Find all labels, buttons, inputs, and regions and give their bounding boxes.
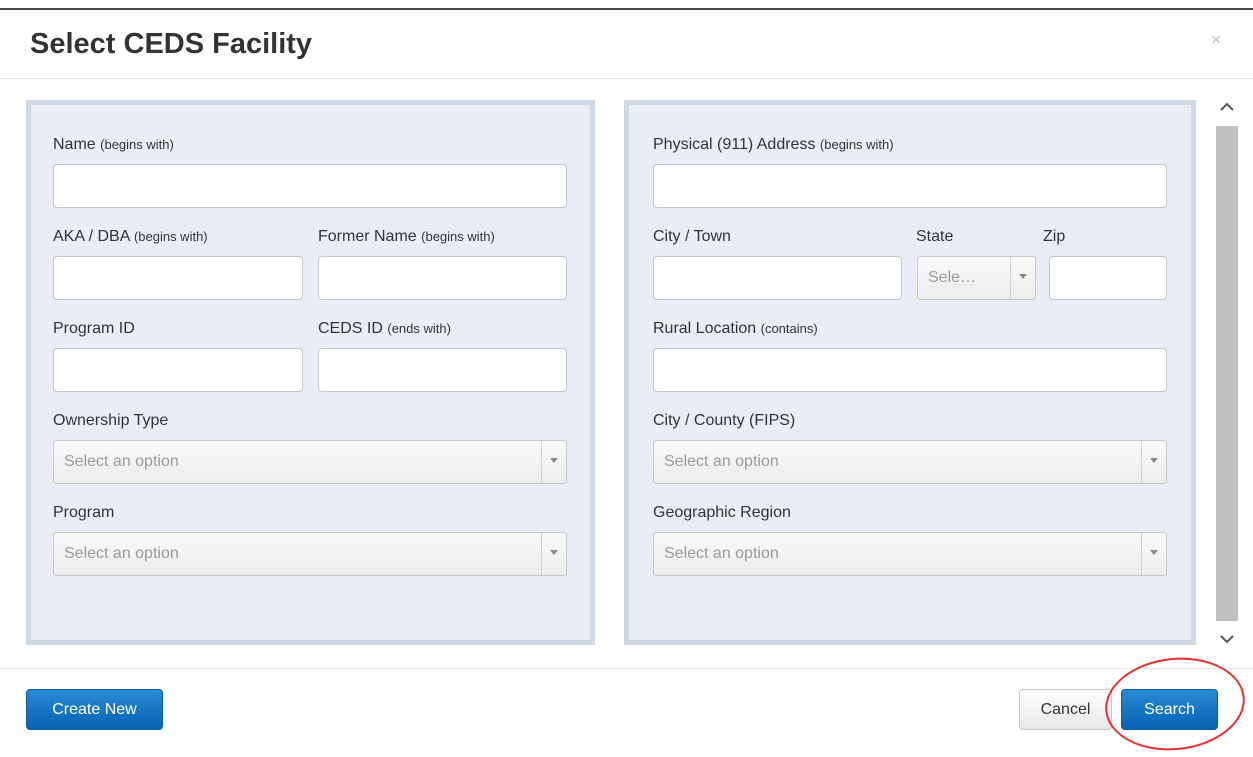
scroll-up-icon[interactable] bbox=[1216, 97, 1238, 117]
rural-location-input[interactable] bbox=[653, 348, 1167, 392]
geographic-region-dropdown-toggle[interactable] bbox=[1141, 533, 1166, 575]
program-id-label: Program ID bbox=[53, 320, 135, 337]
dialog-header: Select CEDS Facility × bbox=[0, 10, 1253, 79]
scrollbar-thumb[interactable] bbox=[1216, 126, 1238, 621]
city-town-input[interactable] bbox=[653, 256, 902, 300]
aka-dba-label-text: AKA / DBA bbox=[53, 228, 130, 245]
address-label-text: Physical (911) Address bbox=[653, 136, 816, 153]
close-icon[interactable]: × bbox=[1211, 30, 1221, 50]
dialog-title: Select CEDS Facility bbox=[30, 28, 313, 60]
aka-dba-input[interactable] bbox=[53, 256, 303, 300]
program-label: Program bbox=[53, 504, 115, 521]
rural-location-label-text: Rural Location bbox=[653, 320, 757, 337]
chevron-down-icon bbox=[1150, 458, 1158, 463]
name-hint: (begins with) bbox=[100, 137, 174, 152]
geographic-region-select[interactable]: Select an option bbox=[653, 532, 1167, 576]
program-id-input[interactable] bbox=[53, 348, 303, 392]
scroll-down-icon[interactable] bbox=[1216, 629, 1238, 649]
scrollbar-track[interactable] bbox=[1216, 126, 1238, 621]
ownership-type-label: Ownership Type bbox=[53, 412, 169, 429]
vertical-scrollbar[interactable] bbox=[1216, 79, 1238, 668]
chevron-down-icon bbox=[550, 458, 558, 463]
fips-select[interactable]: Select an option bbox=[653, 440, 1167, 484]
rural-location-hint: (contains) bbox=[760, 321, 818, 336]
chevron-down-icon bbox=[550, 550, 558, 555]
name-label: Name (begins with) bbox=[53, 136, 174, 154]
chevron-down-icon bbox=[1150, 550, 1158, 555]
program-dropdown-toggle[interactable] bbox=[541, 533, 566, 575]
former-name-input[interactable] bbox=[318, 256, 567, 300]
search-button[interactable]: Search bbox=[1121, 689, 1218, 730]
dialog-footer: Create New Cancel Search bbox=[0, 668, 1253, 752]
ceds-id-hint: (ends with) bbox=[387, 321, 451, 336]
aka-dba-hint: (begins with) bbox=[133, 229, 208, 244]
state-select[interactable]: Sele… bbox=[917, 256, 1036, 300]
state-label: State bbox=[916, 228, 954, 245]
city-town-label: City / Town bbox=[653, 228, 731, 245]
location-criteria-panel: Physical (911) Address (begins with) Cit… bbox=[624, 100, 1196, 645]
ceds-id-label: CEDS ID (ends with) bbox=[318, 320, 451, 338]
program-placeholder: Select an option bbox=[64, 545, 179, 562]
address-hint: (begins with) bbox=[819, 137, 894, 152]
dialog-body: Name (begins with) AKA / DBA (begins wit… bbox=[0, 79, 1253, 668]
facility-criteria-panel: Name (begins with) AKA / DBA (begins wit… bbox=[26, 100, 595, 645]
cancel-button[interactable]: Cancel bbox=[1019, 689, 1112, 730]
former-name-hint: (begins with) bbox=[421, 229, 495, 244]
fips-placeholder: Select an option bbox=[664, 453, 779, 470]
former-name-label-text: Former Name bbox=[318, 228, 417, 245]
ceds-id-label-text: CEDS ID bbox=[318, 320, 383, 337]
name-input[interactable] bbox=[53, 164, 567, 208]
address-label: Physical (911) Address (begins with) bbox=[653, 136, 894, 154]
state-placeholder: Sele… bbox=[928, 269, 977, 286]
state-dropdown-toggle[interactable] bbox=[1010, 257, 1035, 299]
chevron-down-icon bbox=[1019, 274, 1027, 279]
former-name-label: Former Name (begins with) bbox=[318, 228, 495, 246]
aka-dba-label: AKA / DBA (begins with) bbox=[53, 228, 208, 246]
rural-location-label: Rural Location (contains) bbox=[653, 320, 818, 338]
physical-address-input[interactable] bbox=[653, 164, 1167, 208]
name-label-text: Name bbox=[53, 136, 96, 153]
fips-dropdown-toggle[interactable] bbox=[1141, 441, 1166, 483]
ceds-id-input[interactable] bbox=[318, 348, 567, 392]
ownership-type-select[interactable]: Select an option bbox=[53, 440, 567, 484]
dialog-top-border bbox=[0, 0, 1253, 10]
zip-label: Zip bbox=[1043, 228, 1066, 245]
ownership-type-dropdown-toggle[interactable] bbox=[541, 441, 566, 483]
ownership-type-placeholder: Select an option bbox=[64, 453, 179, 470]
create-new-button[interactable]: Create New bbox=[26, 689, 163, 730]
geographic-region-label: Geographic Region bbox=[653, 504, 791, 521]
geographic-region-placeholder: Select an option bbox=[664, 545, 779, 562]
zip-input[interactable] bbox=[1049, 256, 1167, 300]
program-select[interactable]: Select an option bbox=[53, 532, 567, 576]
fips-label: City / County (FIPS) bbox=[653, 412, 796, 429]
